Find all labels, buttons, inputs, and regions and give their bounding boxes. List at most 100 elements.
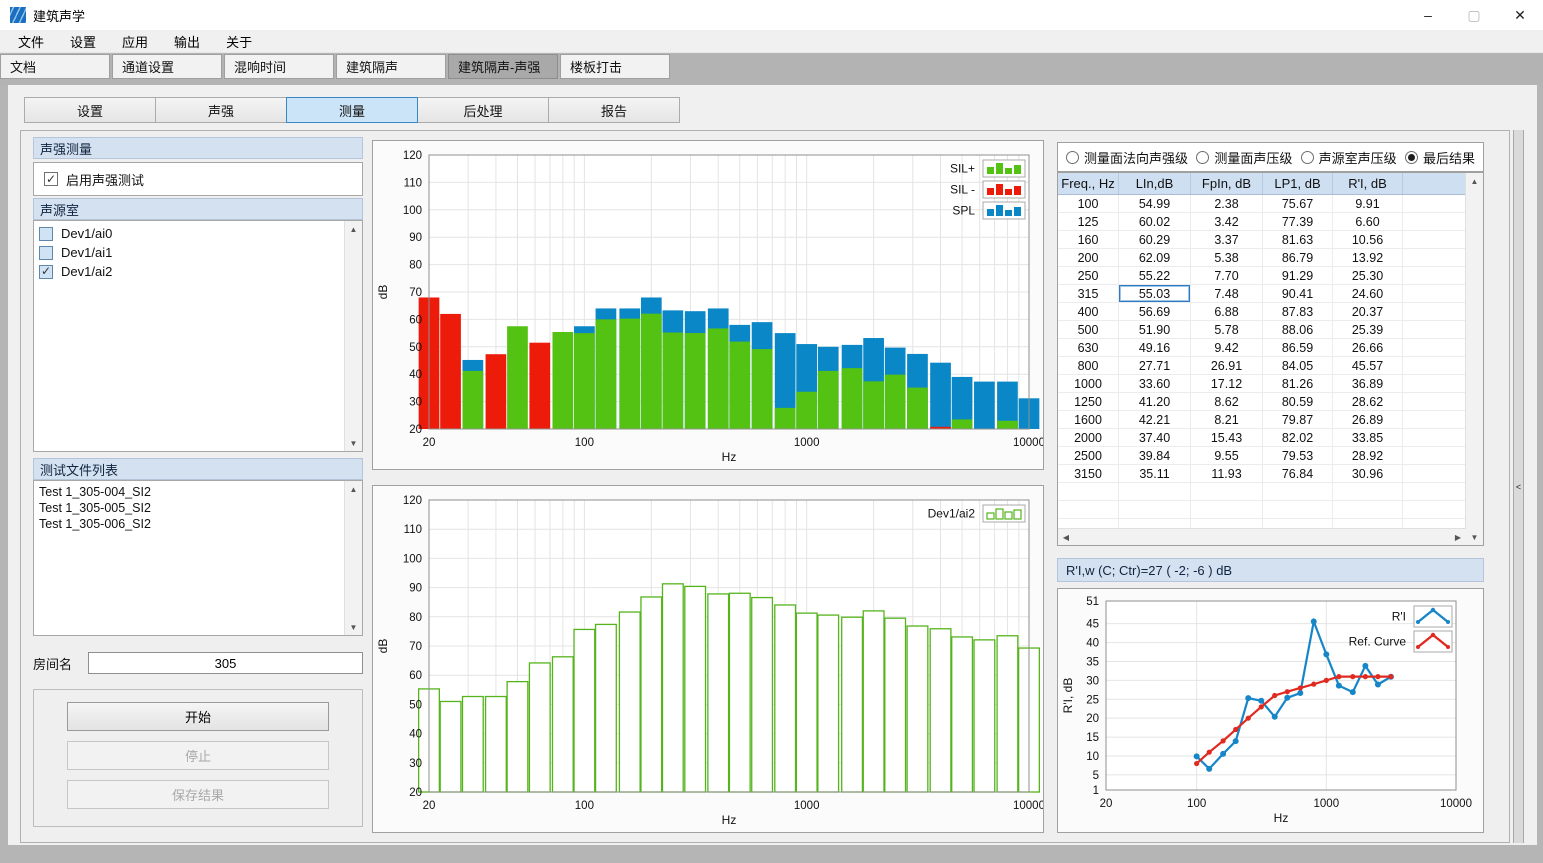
radio-option-2[interactable]: 声源室声压级 bbox=[1301, 148, 1397, 167]
table-cell[interactable]: 6.60 bbox=[1333, 213, 1403, 230]
table-cell[interactable] bbox=[1403, 465, 1466, 482]
table-cell[interactable]: 45.57 bbox=[1333, 357, 1403, 374]
menu-item-3[interactable]: 输出 bbox=[161, 30, 213, 52]
table-cell[interactable]: 250 bbox=[1058, 267, 1119, 284]
table-cell[interactable] bbox=[1403, 213, 1466, 230]
table-cell[interactable]: 81.63 bbox=[1263, 231, 1333, 248]
table-cell[interactable]: 9.91 bbox=[1333, 195, 1403, 212]
table-cell[interactable] bbox=[1058, 501, 1119, 518]
table-cell[interactable] bbox=[1403, 249, 1466, 266]
subtab-item-1[interactable]: 声强 bbox=[155, 97, 287, 123]
table-cell[interactable]: 3.37 bbox=[1191, 231, 1263, 248]
table-cell[interactable]: 27.71 bbox=[1119, 357, 1191, 374]
scroll-down-icon[interactable]: ▼ bbox=[345, 435, 362, 451]
device-row-1[interactable]: Dev1/ai1 bbox=[39, 243, 345, 262]
table-cell[interactable]: 76.84 bbox=[1263, 465, 1333, 482]
table-cell[interactable]: 77.39 bbox=[1263, 213, 1333, 230]
table-cell[interactable]: 30.96 bbox=[1333, 465, 1403, 482]
menu-item-4[interactable]: 关于 bbox=[213, 30, 265, 52]
tab-item-0[interactable]: 文档 bbox=[0, 54, 110, 79]
table-cell[interactable]: 55.22 bbox=[1119, 267, 1191, 284]
table-cell[interactable]: 100 bbox=[1058, 195, 1119, 212]
radio-option-1[interactable]: 测量面声压级 bbox=[1196, 148, 1292, 167]
table-cell[interactable]: 33.85 bbox=[1333, 429, 1403, 446]
table-cell[interactable] bbox=[1058, 483, 1119, 500]
table-cell[interactable]: 42.21 bbox=[1119, 411, 1191, 428]
table-cell[interactable]: 80.59 bbox=[1263, 393, 1333, 410]
device-checkbox[interactable] bbox=[39, 265, 53, 279]
device-checkbox[interactable] bbox=[39, 227, 53, 241]
table-cell[interactable]: 55.03 bbox=[1119, 285, 1191, 302]
table-cell[interactable]: 36.89 bbox=[1333, 375, 1403, 392]
table-cell[interactable] bbox=[1403, 429, 1466, 446]
table-cell[interactable]: 90.41 bbox=[1263, 285, 1333, 302]
table-cell[interactable]: 86.79 bbox=[1263, 249, 1333, 266]
table-cell[interactable] bbox=[1403, 303, 1466, 320]
scroll-up-icon[interactable]: ▲ bbox=[1466, 173, 1483, 189]
table-cell[interactable]: 28.62 bbox=[1333, 393, 1403, 410]
table-cell[interactable] bbox=[1333, 501, 1403, 518]
table-cell[interactable]: 7.70 bbox=[1191, 267, 1263, 284]
table-cell[interactable]: 13.92 bbox=[1333, 249, 1403, 266]
table-cell[interactable]: 5.78 bbox=[1191, 321, 1263, 338]
table-cell[interactable]: 75.67 bbox=[1263, 195, 1333, 212]
table-cell[interactable]: 10.56 bbox=[1333, 231, 1403, 248]
table-cell[interactable]: 630 bbox=[1058, 339, 1119, 356]
table-cell[interactable]: 315 bbox=[1058, 285, 1119, 302]
table-cell[interactable] bbox=[1403, 447, 1466, 464]
table-cell[interactable]: 7.48 bbox=[1191, 285, 1263, 302]
table-cell[interactable] bbox=[1191, 501, 1263, 518]
file-list-scrollbar[interactable]: ▲ ▼ bbox=[344, 481, 362, 635]
enable-intensity-checkbox[interactable] bbox=[44, 172, 58, 186]
table-cell[interactable] bbox=[1403, 411, 1466, 428]
menu-item-0[interactable]: 文件 bbox=[5, 30, 57, 52]
table-cell[interactable]: 33.60 bbox=[1119, 375, 1191, 392]
test-file-item-2[interactable]: Test 1_305-006_SI2 bbox=[39, 516, 345, 532]
table-cell[interactable]: 49.16 bbox=[1119, 339, 1191, 356]
subtab-item-4[interactable]: 报告 bbox=[548, 97, 680, 123]
table-cell[interactable]: 26.66 bbox=[1333, 339, 1403, 356]
scroll-right-icon[interactable]: ▶ bbox=[1450, 529, 1466, 545]
subtab-item-2[interactable]: 测量 bbox=[286, 97, 418, 123]
table-cell[interactable]: 41.20 bbox=[1119, 393, 1191, 410]
table-cell[interactable]: 26.91 bbox=[1191, 357, 1263, 374]
table-cell[interactable]: 25.30 bbox=[1333, 267, 1403, 284]
table-cell[interactable] bbox=[1119, 501, 1191, 518]
table-cell[interactable]: 91.29 bbox=[1263, 267, 1333, 284]
subtab-item-3[interactable]: 后处理 bbox=[417, 97, 549, 123]
table-cell[interactable]: 51.90 bbox=[1119, 321, 1191, 338]
table-vscrollbar[interactable]: ▲ ▼ bbox=[1465, 173, 1483, 545]
table-cell[interactable] bbox=[1403, 267, 1466, 284]
table-cell[interactable] bbox=[1333, 483, 1403, 500]
table-cell[interactable]: 86.59 bbox=[1263, 339, 1333, 356]
minimize-button[interactable]: – bbox=[1405, 0, 1451, 30]
scroll-down-icon[interactable]: ▼ bbox=[1466, 529, 1483, 545]
table-cell[interactable]: 200 bbox=[1058, 249, 1119, 266]
table-cell[interactable]: 6.88 bbox=[1191, 303, 1263, 320]
table-cell[interactable]: 39.84 bbox=[1119, 447, 1191, 464]
table-cell[interactable]: 5.38 bbox=[1191, 249, 1263, 266]
table-cell[interactable] bbox=[1403, 285, 1466, 302]
device-list-scrollbar[interactable]: ▲ ▼ bbox=[344, 221, 362, 451]
maximize-button[interactable]: ▢ bbox=[1451, 0, 1497, 30]
table-cell[interactable] bbox=[1403, 195, 1466, 212]
radio-option-0[interactable]: 测量面法向声强级 bbox=[1066, 148, 1188, 167]
device-row-0[interactable]: Dev1/ai0 bbox=[39, 224, 345, 243]
table-cell[interactable]: 56.69 bbox=[1119, 303, 1191, 320]
table-cell[interactable]: 400 bbox=[1058, 303, 1119, 320]
table-cell[interactable] bbox=[1403, 393, 1466, 410]
table-cell[interactable]: 2000 bbox=[1058, 429, 1119, 446]
table-cell[interactable]: 60.02 bbox=[1119, 213, 1191, 230]
table-cell[interactable]: 87.83 bbox=[1263, 303, 1333, 320]
table-cell[interactable]: 500 bbox=[1058, 321, 1119, 338]
table-cell[interactable]: 11.93 bbox=[1191, 465, 1263, 482]
table-cell[interactable]: 20.37 bbox=[1333, 303, 1403, 320]
device-checkbox[interactable] bbox=[39, 246, 53, 260]
table-cell[interactable]: 17.12 bbox=[1191, 375, 1263, 392]
table-cell[interactable]: 26.89 bbox=[1333, 411, 1403, 428]
tab-item-2[interactable]: 混响时间 bbox=[224, 54, 334, 79]
tab-item-5[interactable]: 楼板打击 bbox=[560, 54, 670, 79]
tab-item-3[interactable]: 建筑隔声 bbox=[336, 54, 446, 79]
test-file-item-1[interactable]: Test 1_305-005_SI2 bbox=[39, 500, 345, 516]
table-cell[interactable] bbox=[1403, 483, 1466, 500]
